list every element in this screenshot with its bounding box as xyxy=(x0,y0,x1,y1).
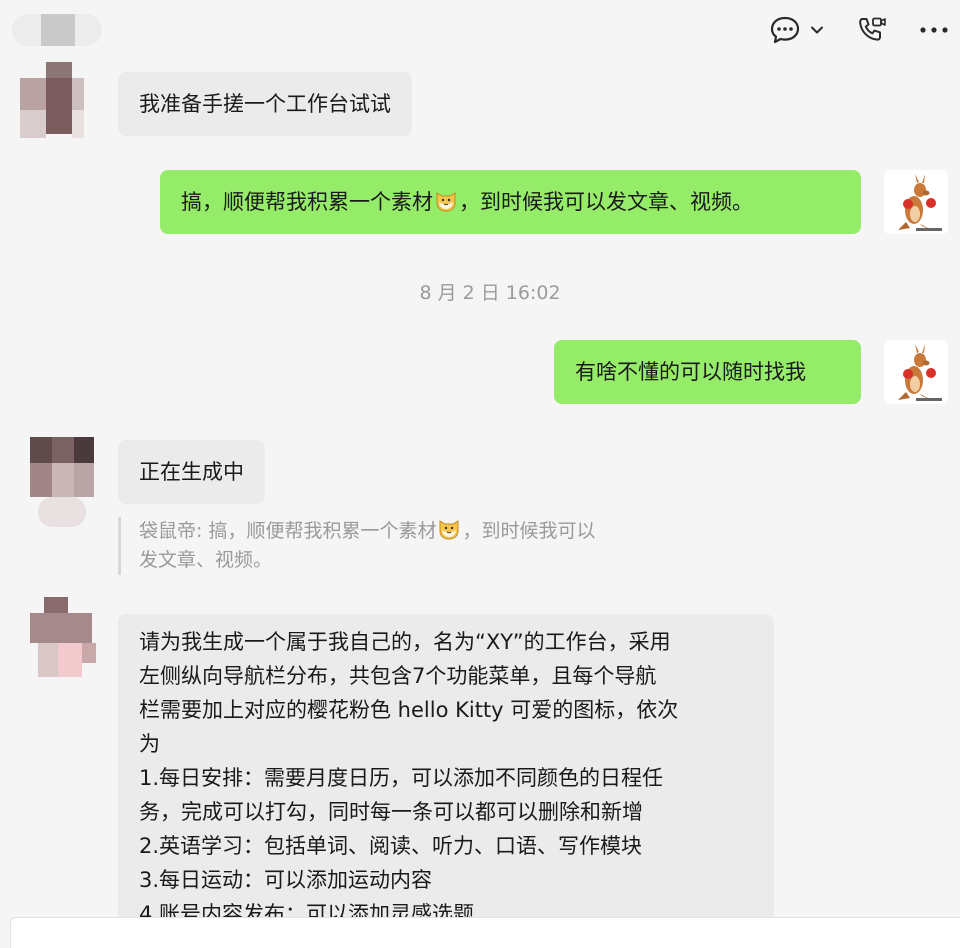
chevron-down-icon[interactable] xyxy=(806,14,828,46)
message-text-line: 3.每日运动：可以添加运动内容 xyxy=(139,868,433,892)
contact-avatar[interactable] xyxy=(20,597,96,677)
message-bubble-incoming[interactable]: 正在生成中 xyxy=(118,440,265,504)
quote-author: 袋鼠帝 xyxy=(139,520,197,542)
quote-text: : 搞，顺便帮我积累一个素材 xyxy=(196,520,437,542)
message-text: 我准备手搓一个工作台试试 xyxy=(139,92,391,116)
contact-name-blurred xyxy=(12,14,102,46)
message-text-line: 左侧纵向导航栏分布，共包含7个功能菜单，且每个导航 xyxy=(139,664,657,688)
message-list[interactable]: 我准备手搓一个工作台试试 搞，顺便帮我积累一个素材 ，到时候我可以发文章、视频。 … xyxy=(0,62,960,917)
phone-video-icon[interactable] xyxy=(854,14,890,46)
message-input-area[interactable] xyxy=(10,917,960,948)
user-avatar-kangaroo[interactable] xyxy=(884,340,948,404)
message-text-line: 请为我生成一个属于我自己的，名为“XY”的工作台，采用 xyxy=(139,630,671,654)
message-text-line: 2.英语学习：包括单词、阅读、听力、口语、写作模块 xyxy=(139,834,643,858)
message-text: 正在生成中 xyxy=(139,460,244,484)
message-bubble-incoming[interactable]: 我准备手搓一个工作台试试 xyxy=(118,72,412,136)
quoted-message[interactable]: 袋鼠帝: 搞，顺便帮我积累一个素材 ，到时候我可以 发文章、视频。 xyxy=(118,517,699,575)
message-timestamp: 8 月 2 日 16:02 xyxy=(419,282,561,304)
quote-text: ，到时候我可以 xyxy=(462,520,596,542)
message-text-line: 4.账号内容发布：可以添加灵感选题 xyxy=(139,902,475,917)
message-text-line: 1.每日安排：需要月度日历，可以添加不同颜色的日程任 xyxy=(139,766,664,790)
message-bubble-outgoing[interactable]: 有啥不懂的可以随时找我 xyxy=(554,340,861,404)
message-text: 有啥不懂的可以随时找我 xyxy=(575,360,806,384)
quote-text: 发文章、视频。 xyxy=(139,549,273,571)
message-bubble-incoming[interactable]: 请为我生成一个属于我自己的，名为“XY”的工作台，采用 左侧纵向导航栏分布，共包… xyxy=(118,614,774,917)
message-text-line: 栏需要加上对应的樱花粉色 hello Kitty 可爱的图标，依次 xyxy=(139,698,679,722)
chat-bubble-icon[interactable] xyxy=(766,14,804,46)
message-text: 搞，顺便帮我积累一个素材 xyxy=(181,190,433,214)
message-bubble-outgoing[interactable]: 搞，顺便帮我积累一个素材 ，到时候我可以发文章、视频。 xyxy=(160,170,861,234)
chat-header xyxy=(0,0,960,62)
message-text: ，到时候我可以发文章、视频。 xyxy=(459,190,753,214)
contact-avatar[interactable] xyxy=(30,437,94,527)
cat-face-emoji-icon xyxy=(434,189,458,213)
message-text-line: 为 xyxy=(139,732,160,756)
message-text-line: 务，完成可以打勾，同时每一条可以都可以删除和新增 xyxy=(139,800,643,824)
contact-avatar[interactable] xyxy=(20,62,84,142)
user-avatar-kangaroo[interactable] xyxy=(884,170,948,234)
cat-face-emoji-icon xyxy=(437,517,461,541)
more-horizontal-icon[interactable] xyxy=(914,14,954,46)
